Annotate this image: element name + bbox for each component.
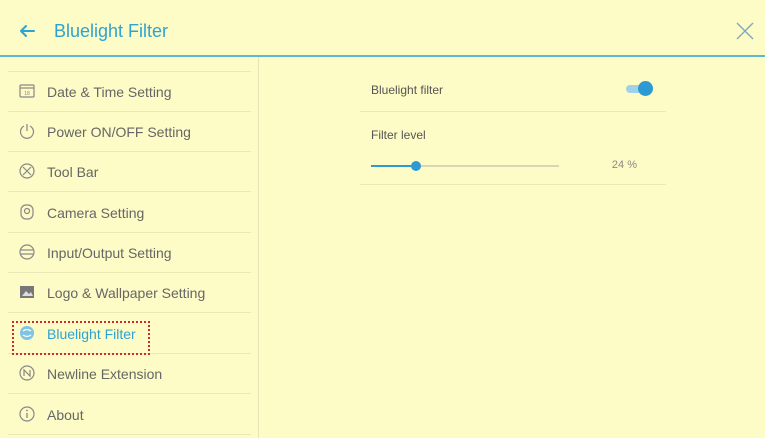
bluelight-filter-row: Bluelight filter [360,70,666,112]
close-icon[interactable] [733,19,757,43]
sidebar-item-logo-wallpaper[interactable]: Logo & Wallpaper Setting [8,273,251,313]
sidebar-item-tool-bar[interactable]: Tool Bar [8,152,251,192]
toggle-knob [638,81,653,96]
filter-level-row: Filter level [360,111,666,185]
bluelight-filter-toggle[interactable] [624,81,654,96]
camera-icon [18,203,36,221]
sidebar-item-label: Logo & Wallpaper Setting [47,285,206,301]
calendar-icon: 18 [18,82,36,100]
filter-level-label: Filter level [371,128,426,142]
sidebar-item-input-output[interactable]: Input/Output Setting [8,233,251,273]
sidebar-item-label: Date & Time Setting [47,84,172,100]
slider-fill [371,165,416,167]
back-arrow-icon[interactable] [18,22,36,40]
sidebar-item-label: About [47,407,84,423]
sidebar-item-label: Tool Bar [47,164,99,180]
svg-text:18: 18 [24,91,30,97]
sidebar-item-camera[interactable]: Camera Setting [8,193,251,233]
page-title: Bluelight Filter [54,21,169,41]
filter-level-value: 24 % [611,159,637,171]
sidebar-item-newline-extension[interactable]: Newline Extension [8,354,251,394]
header-bar: Bluelight Filter [0,0,765,63]
filter-level-slider[interactable] [371,161,559,171]
sidebar-item-date-time[interactable]: 18 Date & Time Setting [8,72,251,112]
sidebar-item-clipped[interactable] [8,57,251,72]
sidebar-item-power[interactable]: Power ON/OFF Setting [8,112,251,152]
image-icon [18,283,36,301]
selection-highlight [12,321,150,355]
sidebar-item-label: Camera Setting [47,205,145,221]
power-icon [18,122,36,140]
sidebar-item-label: Power ON/OFF Setting [47,124,191,140]
toolbar-icon [18,162,36,180]
sidebar-item-about[interactable]: About [8,395,251,435]
input-output-icon [18,243,36,261]
sidebar-item-label: Input/Output Setting [47,245,172,261]
info-icon [18,405,36,423]
slider-thumb[interactable] [411,161,421,171]
newline-icon [18,364,36,382]
bluelight-filter-label: Bluelight filter [371,83,444,97]
sidebar-item-label: Newline Extension [47,366,163,382]
